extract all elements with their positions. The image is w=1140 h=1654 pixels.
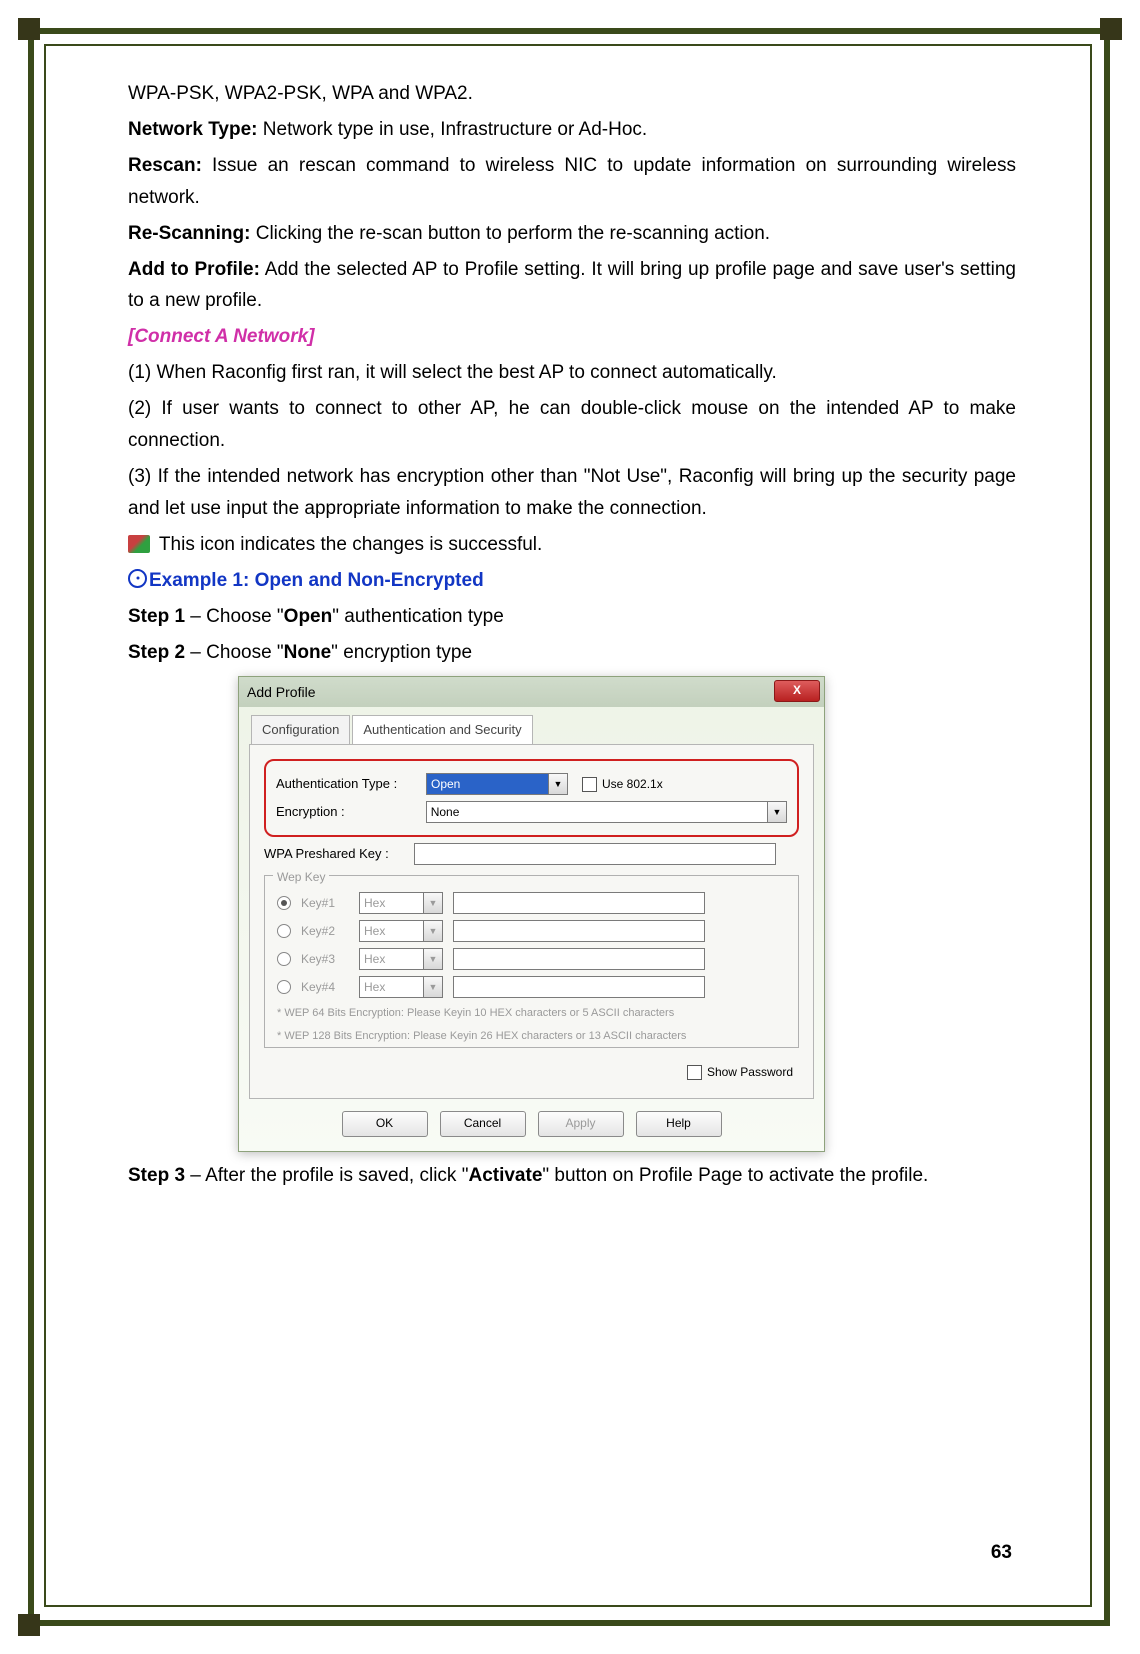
label: Network Type: [128,119,258,140]
add-profile-dialog: Add Profile X Configuration Authenticati… [238,676,825,1152]
chevron-down-icon: ▼ [423,921,442,941]
checkbox-icon [582,777,597,792]
help-button[interactable]: Help [636,1111,722,1137]
wep-hint: * WEP 128 Bits Encryption: Please Keyin … [277,1027,786,1045]
label: Re-Scanning: [128,223,250,244]
wep-key-fieldset: Wep Key Key#1 Hex▼ Key#2 Hex▼ Key#3 Hex▼ [264,875,799,1048]
wep-key3-radio[interactable] [277,952,291,966]
chevron-down-icon: ▼ [767,802,786,822]
encryption-label: Encryption : [276,801,426,823]
wpa-key-input[interactable] [414,843,776,865]
ok-button[interactable]: OK [342,1111,428,1137]
dialog-tabs: Configuration Authentication and Securit… [239,707,824,744]
wep-key-row: Key#3 Hex▼ [277,948,786,970]
wep-legend: Wep Key [273,867,329,887]
corner-decoration [1100,18,1122,40]
label: Add to Profile: [128,259,260,280]
wpa-key-label: WPA Preshared Key : [264,843,414,865]
body-text: (2) If user wants to connect to other AP… [128,393,1016,457]
wep-key-row: Key#1 Hex▼ [277,892,786,914]
wep-key2-input[interactable] [453,920,705,942]
step-line: Step 2 – Choose "None" encryption type [128,637,1016,669]
wep-key4-radio[interactable] [277,980,291,994]
show-password-checkbox[interactable]: Show Password [264,1062,793,1082]
chevron-down-icon: ▼ [423,893,442,913]
body-text: Add to Profile: Add the selected AP to P… [128,254,1016,318]
auth-type-select[interactable]: Open ▼ [426,773,568,795]
section-heading: [Connect A Network] [128,321,1016,353]
close-button[interactable]: X [774,680,820,702]
body-text: Re-Scanning: Clicking the re-scan button… [128,218,1016,250]
wep-key4-input[interactable] [453,976,705,998]
checkbox-icon [687,1065,702,1080]
body-text: Rescan: Issue an rescan command to wirel… [128,150,1016,214]
chevron-down-icon: ▼ [423,977,442,997]
chevron-down-icon: ▼ [423,949,442,969]
page-content: WPA-PSK, WPA2-PSK, WPA and WPA2. Network… [128,78,1016,1196]
wep-key2-format[interactable]: Hex▼ [359,920,443,942]
tab-auth-security[interactable]: Authentication and Security [352,715,532,744]
apply-button[interactable]: Apply [538,1111,624,1137]
corner-decoration [18,18,40,40]
highlight-box: Authentication Type : Open ▼ Use 802.1x … [264,759,799,837]
dialog-button-row: OK Cancel Apply Help [239,1099,824,1151]
wep-key2-radio[interactable] [277,924,291,938]
bullet-icon [128,569,147,588]
body-text: Network Type: Network type in use, Infra… [128,114,1016,146]
tab-configuration[interactable]: Configuration [251,715,350,744]
auth-type-label: Authentication Type : [276,773,426,795]
step-line: Step 1 – Choose "Open" authentication ty… [128,601,1016,633]
cancel-button[interactable]: Cancel [440,1111,526,1137]
example-heading: Example 1: Open and Non-Encrypted [128,565,1016,597]
encryption-select[interactable]: None ▼ [426,801,787,823]
body-text: This icon indicates the changes is succe… [128,529,1016,561]
body-text: (1) When Raconfig first ran, it will sel… [128,357,1016,389]
dialog-titlebar: Add Profile X [239,677,824,707]
wep-key-row: Key#2 Hex▼ [277,920,786,942]
wep-hint: * WEP 64 Bits Encryption: Please Keyin 1… [277,1004,786,1022]
page-number: 63 [991,1542,1012,1564]
wep-key1-input[interactable] [453,892,705,914]
wep-key-row: Key#4 Hex▼ [277,976,786,998]
step-line: Step 3 – After the profile is saved, cli… [128,1160,1016,1192]
label: Rescan: [128,155,202,176]
wep-key4-format[interactable]: Hex▼ [359,976,443,998]
body-text: (3) If the intended network has encrypti… [128,461,1016,525]
wep-key3-input[interactable] [453,948,705,970]
wep-key3-format[interactable]: Hex▼ [359,948,443,970]
wep-key1-radio[interactable] [277,896,291,910]
wep-key1-format[interactable]: Hex▼ [359,892,443,914]
handshake-icon [128,535,150,553]
chevron-down-icon: ▼ [548,774,567,794]
body-text: WPA-PSK, WPA2-PSK, WPA and WPA2. [128,78,1016,110]
corner-decoration [18,1614,40,1636]
use-8021x-checkbox[interactable]: Use 802.1x [582,774,663,794]
dialog-title: Add Profile [247,681,315,705]
dialog-panel: Authentication Type : Open ▼ Use 802.1x … [249,744,814,1099]
